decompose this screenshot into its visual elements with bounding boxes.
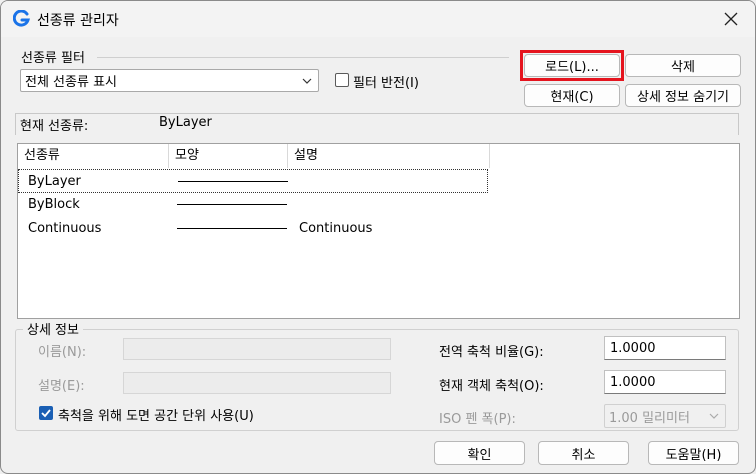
filter-divider <box>97 57 509 58</box>
close-icon <box>724 12 738 26</box>
row-description: Continuous <box>299 221 373 236</box>
list-row-continuous[interactable]: Continuous Continuous <box>18 217 488 241</box>
global-scale-label: 전역 축척 비율(G): <box>439 345 544 360</box>
list-header: 선종류 모양 설명 <box>18 144 490 168</box>
load-button-highlight <box>520 50 624 81</box>
filter-select[interactable]: 전체 선종류 표시 <box>20 69 319 92</box>
description-field[interactable] <box>123 372 391 394</box>
checkmark-icon <box>41 409 51 418</box>
paper-space-checkbox[interactable] <box>39 406 53 420</box>
row-name: ByBlock <box>28 197 80 212</box>
linetype-manager-dialog: 선종류 관리자 선종류 필터 전체 선종류 표시 필터 반전(I) 로드(L).… <box>0 0 756 474</box>
current-linetype-bar <box>15 113 739 135</box>
iso-pen-select[interactable]: 1.00 밀리미터 <box>604 404 726 428</box>
iso-pen-label: ISO 펜 폭(P): <box>439 412 516 427</box>
linetype-preview <box>177 228 287 229</box>
set-current-button[interactable]: 현재(C) <box>524 84 620 107</box>
list-row-bylayer[interactable]: ByLayer <box>18 169 488 193</box>
row-name: ByLayer <box>28 174 81 189</box>
title-bar[interactable]: 선종류 관리자 <box>1 1 755 37</box>
global-scale-input[interactable]: 1.0000 <box>604 336 726 360</box>
invert-filter-checkbox[interactable] <box>335 73 349 87</box>
filter-select-value: 전체 선종류 표시 <box>25 75 117 90</box>
close-button[interactable] <box>713 5 749 33</box>
delete-button[interactable]: 삭제 <box>625 54 741 77</box>
column-description[interactable]: 설명 <box>288 144 490 168</box>
list-row-byblock[interactable]: ByBlock <box>18 193 488 217</box>
row-name: Continuous <box>28 221 102 236</box>
name-field[interactable] <box>123 338 391 360</box>
filter-group-label: 선종류 필터 <box>21 51 85 66</box>
name-label: 이름(N): <box>38 345 87 360</box>
current-linetype-label: 현재 선종류: <box>20 119 89 134</box>
invert-filter-label: 필터 반전(I) <box>353 76 419 91</box>
paper-space-label: 축척을 위해 도면 공간 단위 사용(U) <box>58 409 254 424</box>
help-button[interactable]: 도움말(H) <box>648 441 739 465</box>
app-g-icon <box>13 10 30 27</box>
current-scale-label: 현재 객체 축척(O): <box>439 379 544 394</box>
column-linetype[interactable]: 선종류 <box>18 144 169 168</box>
current-linetype-value: ByLayer <box>159 115 212 130</box>
chevron-down-icon <box>709 413 719 419</box>
linetype-preview <box>177 204 287 205</box>
ok-button[interactable]: 확인 <box>434 441 525 465</box>
description-label: 설명(E): <box>38 379 85 394</box>
iso-pen-value: 1.00 밀리미터 <box>609 410 690 426</box>
details-group-label: 상세 정보 <box>23 319 83 338</box>
linetype-preview <box>178 181 288 182</box>
linetype-list[interactable]: 선종류 모양 설명 ByLayer ByBlock Continuous Con… <box>17 143 740 319</box>
chevron-down-icon <box>302 78 312 84</box>
window-title: 선종류 관리자 <box>37 13 119 29</box>
column-appearance[interactable]: 모양 <box>169 144 288 168</box>
cancel-button[interactable]: 취소 <box>538 441 629 465</box>
current-scale-input[interactable]: 1.0000 <box>604 370 726 394</box>
hide-details-button[interactable]: 상세 정보 숨기기 <box>625 84 741 107</box>
